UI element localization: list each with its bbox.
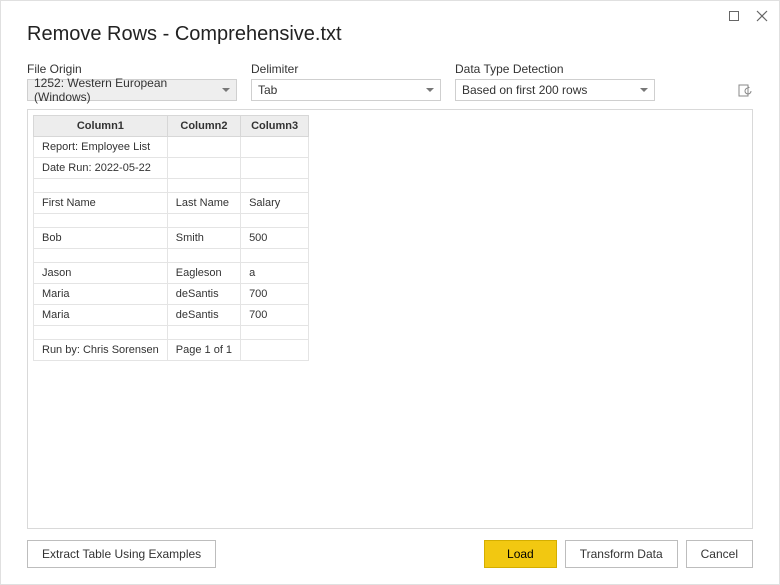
table-cell <box>167 326 240 340</box>
table-cell <box>167 249 240 263</box>
table-cell: Eagleson <box>167 263 240 284</box>
table-cell: Page 1 of 1 <box>167 340 240 361</box>
cancel-button[interactable]: Cancel <box>686 540 753 568</box>
table-cell <box>241 326 309 340</box>
table-cell: 500 <box>241 228 309 249</box>
detection-label: Data Type Detection <box>455 62 655 76</box>
table-cell: Salary <box>241 193 309 214</box>
table-cell <box>167 214 240 228</box>
table-cell <box>34 179 168 193</box>
table-cell: deSantis <box>167 305 240 326</box>
table-cell: Smith <box>167 228 240 249</box>
file-origin-dropdown[interactable]: 1252: Western European (Windows) <box>27 79 237 101</box>
chevron-down-icon <box>640 88 648 92</box>
table-cell <box>241 340 309 361</box>
table-row[interactable]: Run by: Chris SorensenPage 1 of 1 <box>34 340 309 361</box>
column-header[interactable]: Column2 <box>167 116 240 137</box>
delimiter-label: Delimiter <box>251 62 441 76</box>
table-cell <box>241 158 309 179</box>
table-row[interactable]: First NameLast NameSalary <box>34 193 309 214</box>
table-cell <box>241 179 309 193</box>
close-icon[interactable] <box>755 9 769 23</box>
column-header[interactable]: Column3 <box>241 116 309 137</box>
table-cell: 700 <box>241 284 309 305</box>
table-cell: Report: Employee List <box>34 137 168 158</box>
table-row[interactable]: Report: Employee List <box>34 137 309 158</box>
table-cell <box>241 214 309 228</box>
table-cell <box>241 137 309 158</box>
table-cell <box>167 179 240 193</box>
transform-data-button[interactable]: Transform Data <box>565 540 678 568</box>
table-cell: Run by: Chris Sorensen <box>34 340 168 361</box>
extract-table-button[interactable]: Extract Table Using Examples <box>27 540 216 568</box>
table-row[interactable] <box>34 326 309 340</box>
table-cell <box>34 326 168 340</box>
table-cell: Jason <box>34 263 168 284</box>
table-cell: Bob <box>34 228 168 249</box>
table-cell: 700 <box>241 305 309 326</box>
table-row[interactable]: BobSmith500 <box>34 228 309 249</box>
table-cell <box>167 137 240 158</box>
chevron-down-icon <box>222 88 230 92</box>
table-cell: Maria <box>34 284 168 305</box>
table-cell <box>34 214 168 228</box>
table-cell: Date Run: 2022-05-22 <box>34 158 168 179</box>
table-cell <box>167 158 240 179</box>
file-origin-value: 1252: Western European (Windows) <box>34 76 216 104</box>
table-row[interactable]: JasonEaglesona <box>34 263 309 284</box>
refresh-icon[interactable] <box>737 83 753 99</box>
dialog-title: Remove Rows - Comprehensive.txt <box>1 1 779 62</box>
table-row[interactable] <box>34 179 309 193</box>
file-origin-label: File Origin <box>27 62 237 76</box>
delimiter-value: Tab <box>258 83 277 97</box>
table-cell <box>241 249 309 263</box>
delimiter-dropdown[interactable]: Tab <box>251 79 441 101</box>
table-row[interactable]: MariadeSantis700 <box>34 305 309 326</box>
detection-value: Based on first 200 rows <box>462 83 587 97</box>
chevron-down-icon <box>426 88 434 92</box>
table-cell: Last Name <box>167 193 240 214</box>
table-row[interactable] <box>34 249 309 263</box>
table-cell: deSantis <box>167 284 240 305</box>
table-cell: Maria <box>34 305 168 326</box>
table-row[interactable] <box>34 214 309 228</box>
table-row[interactable]: MariadeSantis700 <box>34 284 309 305</box>
detection-dropdown[interactable]: Based on first 200 rows <box>455 79 655 101</box>
preview-panel: Column1 Column2 Column3 Report: Employee… <box>27 109 753 529</box>
table-cell <box>34 249 168 263</box>
maximize-icon[interactable] <box>727 9 741 23</box>
table-row[interactable]: Date Run: 2022-05-22 <box>34 158 309 179</box>
table-cell: First Name <box>34 193 168 214</box>
preview-table: Column1 Column2 Column3 Report: Employee… <box>33 115 309 361</box>
column-header[interactable]: Column1 <box>34 116 168 137</box>
table-cell: a <box>241 263 309 284</box>
load-button[interactable]: Load <box>484 540 557 568</box>
table-header-row: Column1 Column2 Column3 <box>34 116 309 137</box>
